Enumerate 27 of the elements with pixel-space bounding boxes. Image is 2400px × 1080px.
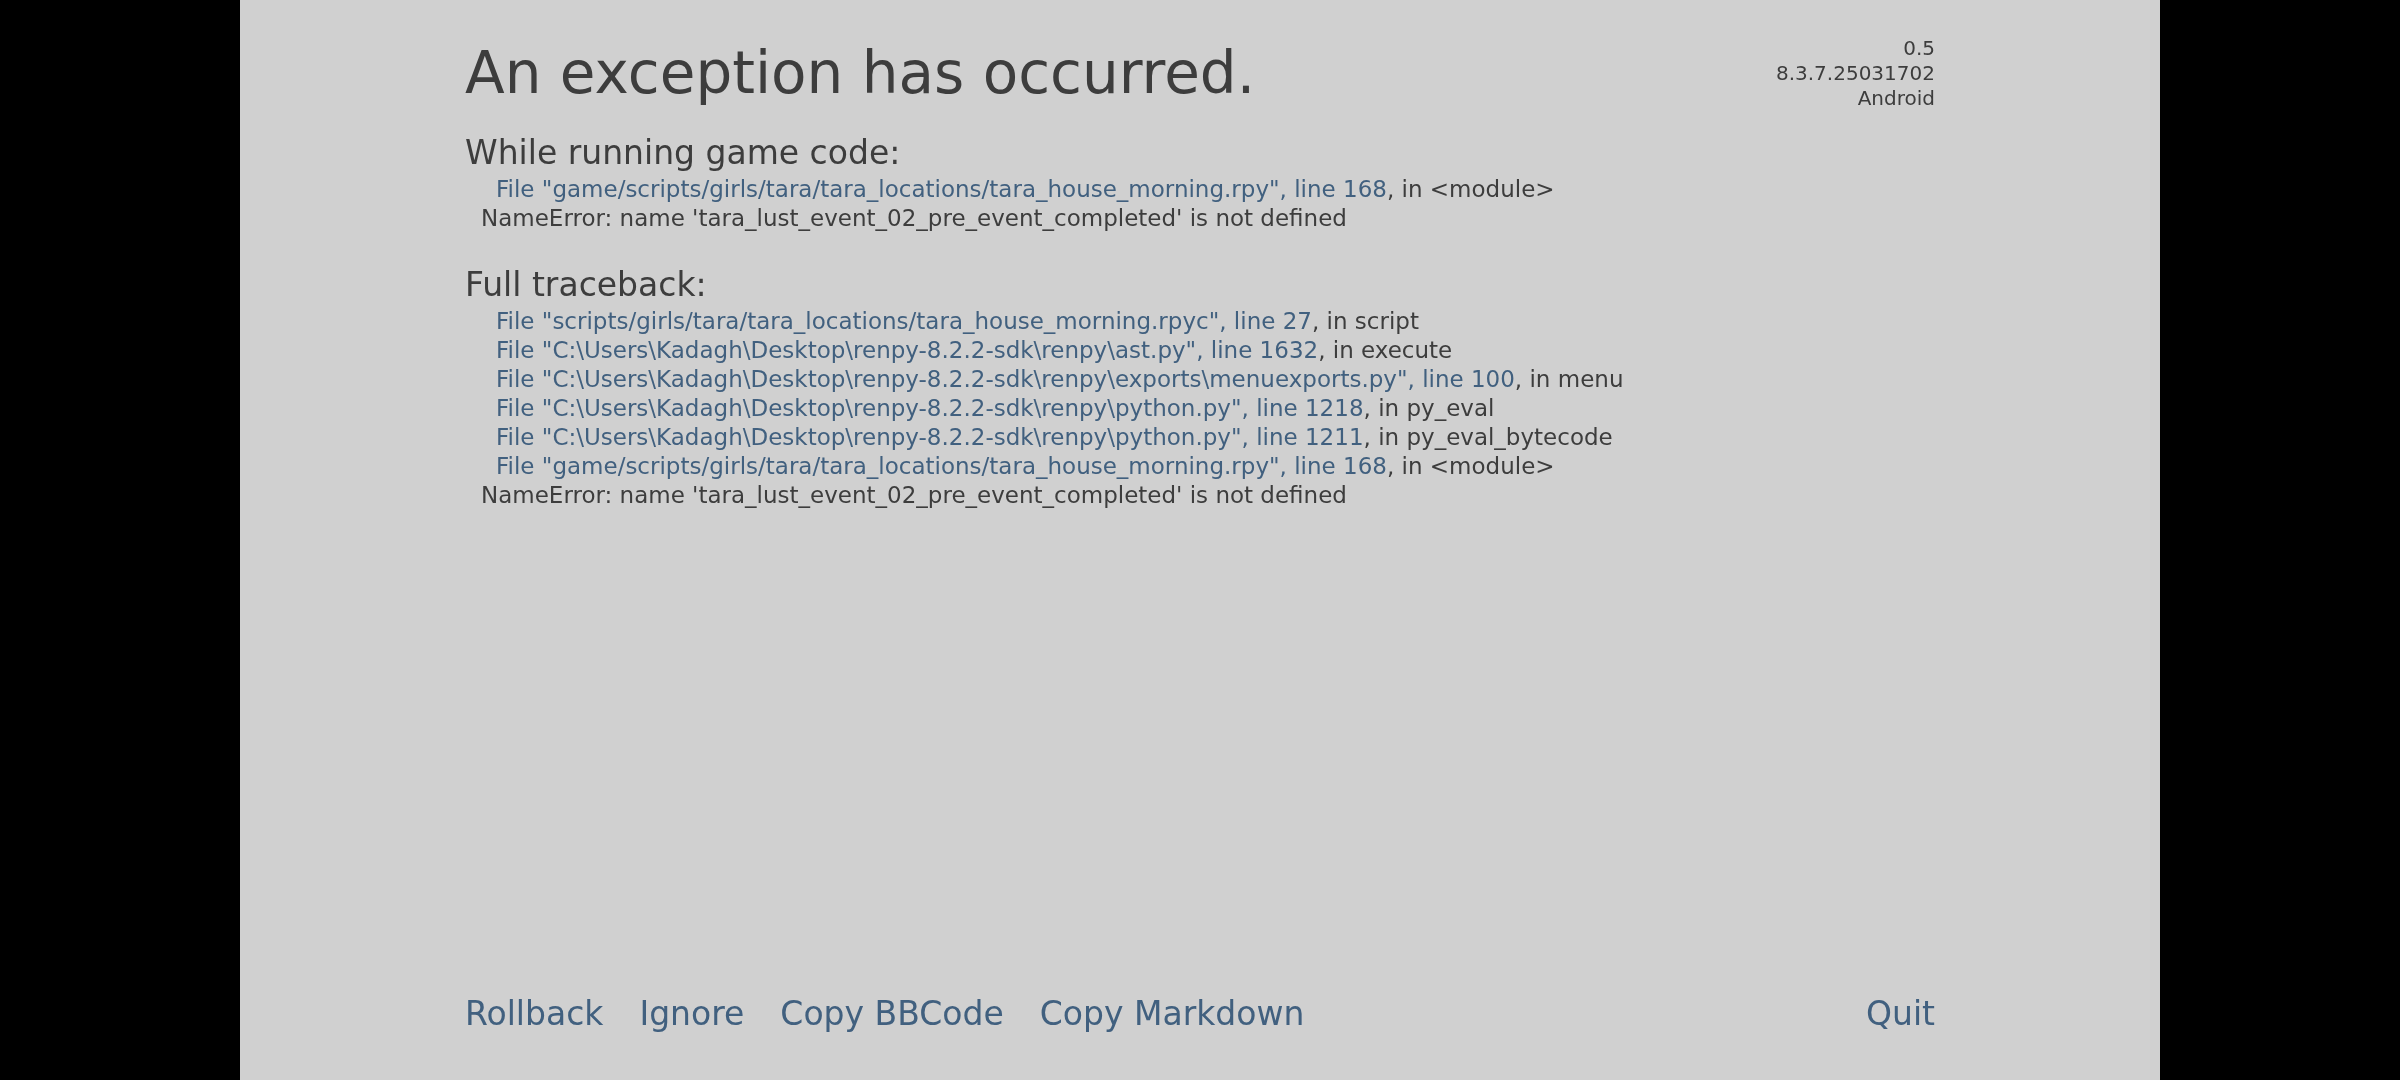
error-message: NameError: name 'tara_lust_event_02_pre_event_completed' is not defined (480, 204, 1348, 233)
section-heading: While running game code: (465, 132, 902, 174)
error-message: NameError: name 'tara_lust_event_02_pre_event_completed' is not defined (480, 481, 1348, 510)
version-text: Android (1856, 86, 1935, 111)
action-button[interactable]: Copy Markdown (1039, 994, 1305, 1034)
version-text: 8.3.7.25031702 (1775, 61, 1935, 86)
file-link[interactable]: File "C:\Users\Kadagh\Desktop\renpy-8.2.2-sdk\renpy\exports\menuexports.py", line 100 (496, 366, 1515, 392)
file-link[interactable]: File "C:\Users\Kadagh\Desktop\renpy-8.2.2-sdk\renpy\python.py", line 1218 (496, 395, 1364, 421)
traceback-line: File "C:\Users\Kadagh\Desktop\renpy-8.2.2-sdk\renpy\python.py", line 1218, in py_eval (495, 394, 1496, 423)
action-button[interactable]: Rollback (465, 994, 604, 1034)
traceback-line: File "scripts/girls/tara/tara_locations/tara_house_morning.rpyc", line 27, in script (495, 307, 1420, 336)
traceback-line: File "game/scripts/girls/tara/tara_locations/tara_house_morning.rpy", line 168, in <module> (495, 175, 1556, 204)
traceback-line: File "C:\Users\Kadagh\Desktop\renpy-8.2.2-sdk\renpy\python.py", line 1211, in py_eval_bytecode (495, 423, 1614, 452)
traceback-line: File "game/scripts/girls/tara/tara_locations/tara_house_morning.rpy", line 168, in <module> (495, 452, 1556, 481)
file-link[interactable]: File "C:\Users\Kadagh\Desktop\renpy-8.2.2-sdk\renpy\python.py", line 1211 (496, 424, 1364, 450)
version-text: 0.5 (1902, 36, 1935, 61)
quit-button[interactable]: Quit (1866, 994, 1935, 1034)
file-link[interactable]: File "C:\Users\Kadagh\Desktop\renpy-8.2.2-sdk\renpy\ast.py", line 1632 (496, 337, 1319, 363)
file-link[interactable]: File "game/scripts/girls/tara/tara_locations/tara_house_morning.rpy", line 168 (496, 176, 1387, 202)
section-heading: Full traceback: (465, 264, 708, 306)
error-title: An exception has occurred. (465, 38, 1256, 109)
action-button[interactable]: Ignore (639, 994, 745, 1034)
file-link[interactable]: File "scripts/girls/tara/tara_locations/tara_house_morning.rpyc", line 27 (496, 308, 1312, 334)
traceback-line: File "C:\Users\Kadagh\Desktop\renpy-8.2.2-sdk\renpy\ast.py", line 1632, in execute (495, 336, 1454, 365)
file-link[interactable]: File "game/scripts/girls/tara/tara_locations/tara_house_morning.rpy", line 168 (496, 453, 1387, 479)
traceback-line: File "C:\Users\Kadagh\Desktop\renpy-8.2.2-sdk\renpy\exports\menuexports.py", line 100, in menu (495, 365, 1625, 394)
action-button[interactable]: Copy BBCode (780, 994, 1004, 1034)
